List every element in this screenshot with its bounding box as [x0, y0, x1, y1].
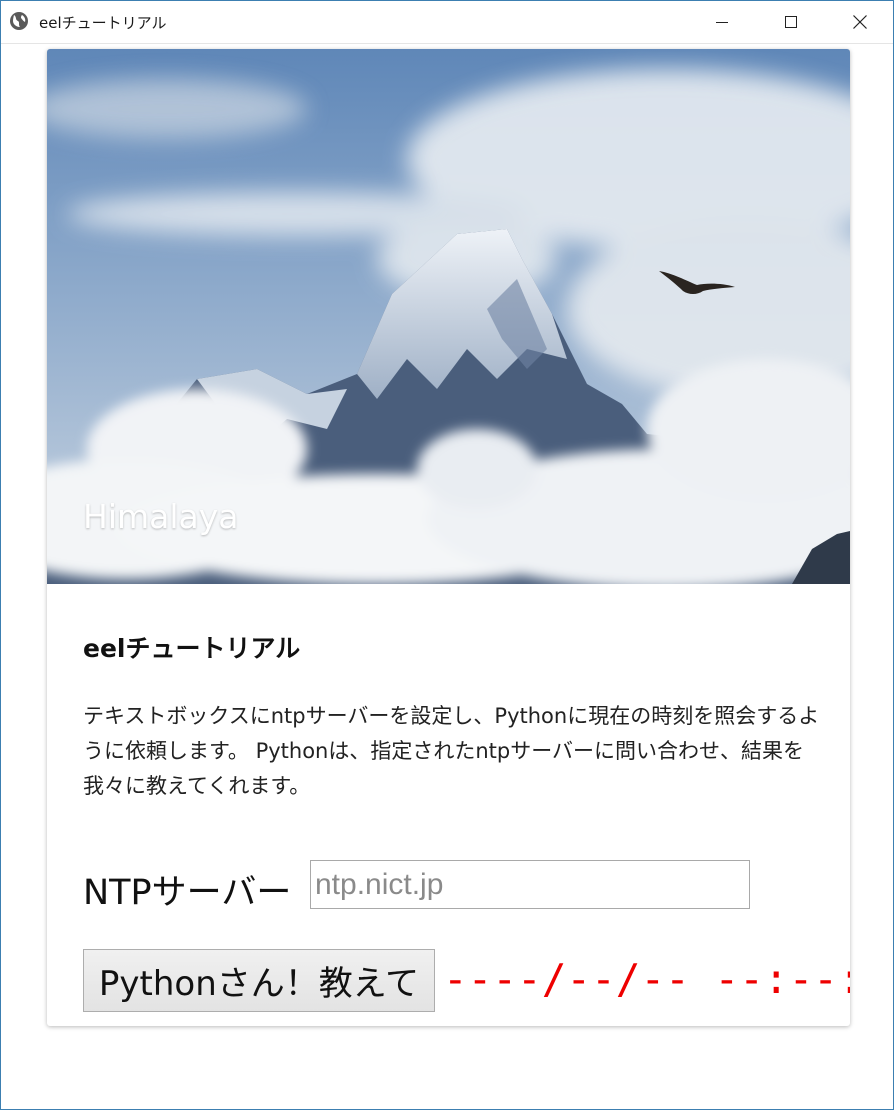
ask-python-button[interactable]: Pythonさん！教えて — [83, 949, 435, 1012]
minimize-icon — [716, 22, 728, 23]
title-bar[interactable]: eelチュートリアル — [1, 1, 893, 44]
card-heading: eelチュートリアル — [83, 634, 301, 663]
card-description: テキストボックスにntpサーバーを設定し、Pythonに現在の時刻を照会するよう… — [83, 704, 820, 798]
ntp-server-input[interactable] — [310, 860, 750, 909]
ntp-server-label: NTPサーバー — [83, 873, 292, 913]
hero-image: Himalaya — [47, 49, 850, 584]
close-button[interactable] — [837, 1, 883, 43]
minimize-button[interactable] — [699, 1, 745, 43]
window-title: eelチュートリアル — [39, 14, 167, 32]
time-output: ----/--/-- --:--:-- — [443, 955, 850, 1003]
close-icon — [853, 15, 867, 29]
app-window: eelチュートリアル Himalaya eelチュートリアル テキストボックスに… — [0, 0, 894, 1110]
maximize-button[interactable] — [768, 1, 814, 43]
globe-icon — [9, 11, 29, 31]
hero-title: Himalaya — [83, 497, 239, 536]
tutorial-card: Himalaya eelチュートリアル テキストボックスにntpサーバーを設定し… — [47, 49, 850, 1026]
maximize-icon — [785, 16, 797, 28]
